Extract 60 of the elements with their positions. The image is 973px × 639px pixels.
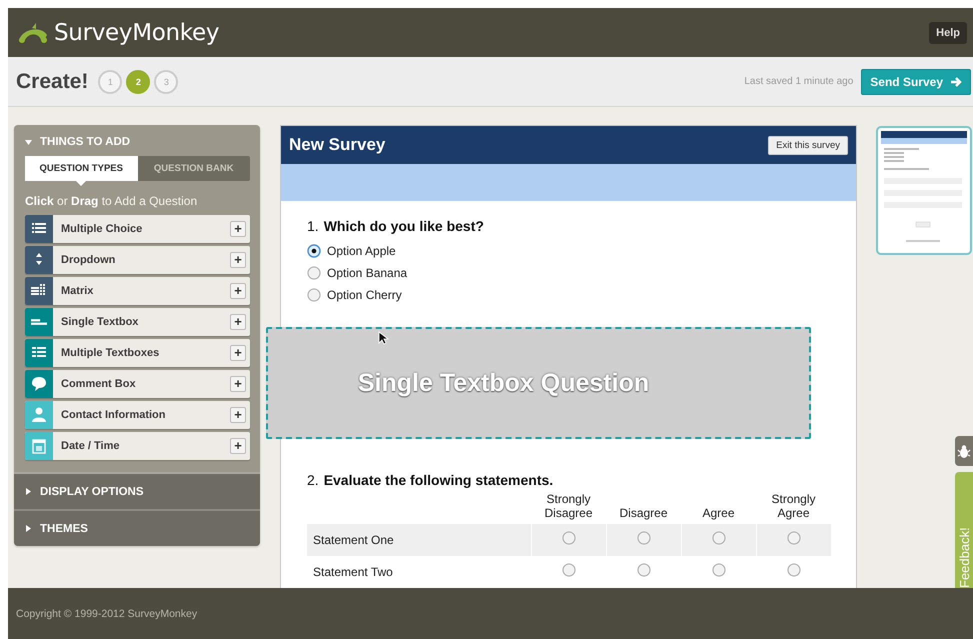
question-text: Which do you like best?: [324, 218, 484, 234]
section-header[interactable]: DISPLAY OPTIONS: [14, 472, 260, 509]
calendar-icon: [30, 437, 48, 455]
radio-button[interactable]: [636, 563, 650, 578]
question-text: Evaluate the following statements.: [324, 472, 554, 488]
mouse-cursor-icon: [378, 331, 389, 345]
speech-bubble-icon: [30, 375, 48, 393]
arrow-right-icon: [950, 76, 962, 88]
radio-button[interactable]: [562, 531, 576, 546]
save-status: Last saved 1 minute ago: [744, 76, 854, 87]
add-button[interactable]: +: [230, 438, 246, 454]
radio-button[interactable]: [307, 288, 321, 302]
option-label: Option Apple: [327, 244, 396, 258]
exit-survey-button[interactable]: Exit this survey: [768, 136, 848, 154]
radio-button[interactable]: [786, 531, 801, 546]
person-icon: [30, 406, 48, 424]
question-number: 1.: [307, 218, 319, 234]
section-header[interactable]: THEMES: [14, 509, 260, 546]
add-button[interactable]: +: [230, 283, 246, 299]
instruction-text: Click or Drag to Add a Question: [25, 194, 198, 208]
text-line-icon: [31, 319, 47, 325]
add-button[interactable]: +: [230, 221, 246, 237]
row-label: Statement Two: [307, 556, 531, 588]
option-label: Option Banana: [327, 266, 408, 280]
column-header: Strongly Disagree: [531, 492, 606, 524]
copyright-text: Copyright © 1999-2012 SurveyMonkey: [16, 608, 198, 620]
question-type-item[interactable]: Comment Box +: [25, 370, 250, 398]
question-type-item[interactable]: Dropdown +: [25, 246, 250, 274]
add-button[interactable]: +: [230, 376, 246, 392]
radio-button[interactable]: [562, 563, 576, 578]
add-button[interactable]: +: [230, 314, 246, 330]
survey-title: New Survey: [289, 135, 386, 155]
radio-button[interactable]: [712, 563, 726, 578]
bug-report-button[interactable]: [955, 436, 973, 466]
question-type-item[interactable]: Multiple Choice +: [25, 215, 250, 243]
question-number: 2.: [307, 472, 319, 488]
question-type-item[interactable]: Date / Time +: [25, 432, 250, 460]
radio-button[interactable]: [636, 531, 650, 546]
add-button[interactable]: +: [230, 345, 246, 361]
help-button[interactable]: Help: [929, 22, 967, 44]
bug-icon: [957, 444, 971, 458]
radio-button[interactable]: [307, 244, 321, 258]
question-type-item[interactable]: Multiple Textboxes +: [25, 339, 250, 367]
logo-icon: [17, 21, 49, 44]
question-type-item[interactable]: Contact Information +: [25, 401, 250, 429]
question-type-item[interactable]: Matrix +: [25, 277, 250, 305]
add-button[interactable]: +: [230, 407, 246, 423]
page-title: Create!: [16, 70, 88, 94]
question-type-item[interactable]: Single Textbox +: [25, 308, 250, 336]
add-button[interactable]: +: [230, 252, 246, 268]
row-label: Statement One: [307, 524, 531, 556]
radio-button[interactable]: [786, 563, 800, 578]
radio-button[interactable]: [712, 531, 726, 546]
column-header: Strongly Agree: [756, 492, 831, 524]
option-label: Option Cherry: [327, 288, 402, 302]
column-header: Disagree: [606, 492, 681, 524]
logo-text[interactable]: SurveyMonkey: [54, 20, 220, 46]
radio-button[interactable]: [307, 266, 321, 280]
column-header: Agree: [681, 492, 756, 524]
tab-pointer-icon: [76, 181, 86, 186]
